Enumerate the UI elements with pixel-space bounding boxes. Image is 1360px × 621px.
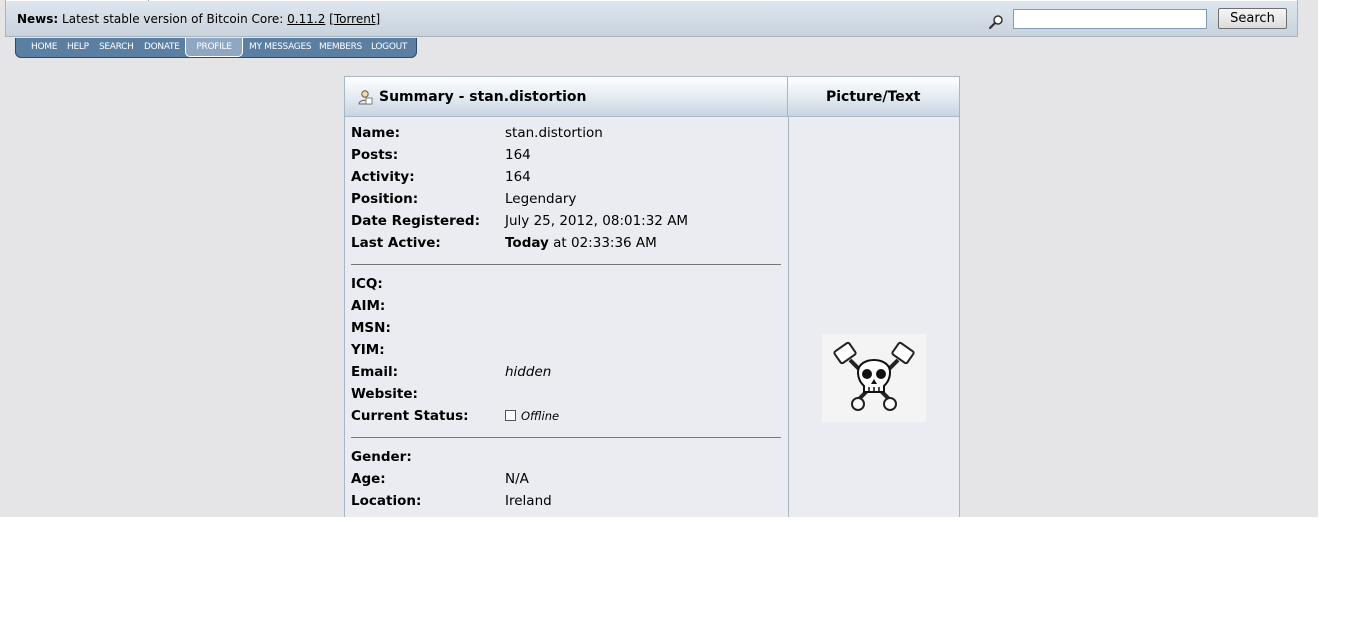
menu-item-help[interactable]: HELP bbox=[67, 38, 89, 57]
summary-title: Summary - stan.distortion bbox=[379, 89, 587, 105]
news-text: News: Latest stable version of Bitcoin C… bbox=[17, 12, 381, 26]
news-message: Latest stable version of Bitcoin Core: bbox=[62, 12, 288, 26]
news-label: News: bbox=[17, 12, 59, 26]
picture-header: Picture/Text bbox=[788, 77, 959, 117]
menu-item-logout[interactable]: LOGOUT bbox=[371, 38, 407, 57]
search-button[interactable]: Search bbox=[1218, 8, 1287, 29]
divider bbox=[351, 437, 781, 438]
version-link[interactable]: 0.11.2 bbox=[287, 12, 325, 26]
magnifier-icon bbox=[988, 15, 1003, 30]
news-bar: News: Latest stable version of Bitcoin C… bbox=[5, 0, 1298, 37]
menu-item-profile[interactable]: PROFILE bbox=[185, 38, 243, 57]
status-offline: Offline bbox=[505, 409, 559, 423]
user-icon bbox=[358, 90, 373, 105]
username-value: stan.distortion bbox=[505, 125, 603, 141]
menu-item-members[interactable]: MEMBERS bbox=[319, 38, 362, 57]
menu-item-donate[interactable]: DONATE bbox=[144, 38, 180, 57]
main-menu: HOME HELP SEARCH DONATE PROFILE MY MESSA… bbox=[15, 38, 417, 58]
picture-header-label: Picture/Text bbox=[826, 89, 921, 105]
avatar bbox=[822, 334, 926, 422]
page-background: News: Latest stable version of Bitcoin C… bbox=[0, 0, 1318, 517]
divider bbox=[351, 264, 781, 265]
menu-item-my-messages[interactable]: MY MESSAGES bbox=[249, 38, 312, 57]
profile-summary-table: Summary - stan.distortion Picture/Text N… bbox=[344, 76, 960, 517]
torrent-link[interactable]: Torrent bbox=[334, 12, 376, 26]
menu-item-home[interactable]: HOME bbox=[31, 38, 57, 57]
search-input[interactable] bbox=[1013, 9, 1207, 29]
menu-item-search[interactable]: SEARCH bbox=[99, 38, 134, 57]
summary-header: Summary - stan.distortion bbox=[345, 77, 788, 117]
offline-status-icon bbox=[505, 410, 516, 421]
